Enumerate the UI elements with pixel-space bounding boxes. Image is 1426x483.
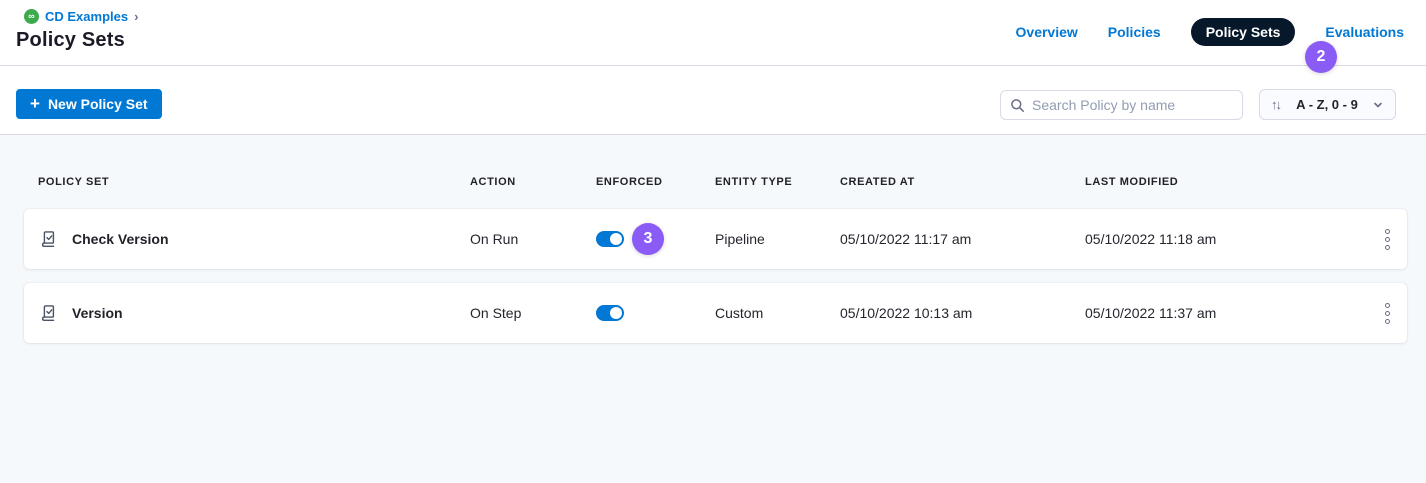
- tab-policies[interactable]: Policies: [1108, 25, 1161, 39]
- policy-set-icon: [38, 303, 59, 324]
- policy-set-name: Version: [72, 305, 123, 321]
- tab-evaluations[interactable]: Evaluations: [1325, 25, 1404, 39]
- col-header-last-modified: LAST MODIFIED: [1085, 176, 1367, 188]
- toolbar: + New Policy Set ↑↓ A - Z, 0 - 9: [0, 66, 1426, 135]
- policy-sets-table: POLICY SET ACTION ENFORCED ENTITY TYPE C…: [0, 135, 1426, 483]
- sort-selected-value: A - Z, 0 - 9: [1288, 97, 1366, 112]
- col-header-action: ACTION: [470, 176, 596, 188]
- search-box: [1000, 90, 1243, 120]
- sort-arrows-icon: ↑↓: [1271, 97, 1280, 112]
- enforced-toggle[interactable]: [596, 231, 624, 247]
- col-header-policy-set: POLICY SET: [38, 176, 470, 188]
- row-menu-kebab-icon[interactable]: [1374, 222, 1400, 256]
- tour-step-badge-3[interactable]: 3: [632, 223, 664, 255]
- col-header-created-at: CREATED AT: [840, 176, 1085, 188]
- enforced-toggle[interactable]: [596, 305, 624, 321]
- nav-tabs: Overview Policies Policy Sets Evaluation…: [1016, 18, 1404, 46]
- tab-overview[interactable]: Overview: [1016, 25, 1078, 39]
- entity-type-cell: Custom: [715, 305, 840, 321]
- search-icon: [1010, 98, 1025, 113]
- action-cell: On Step: [470, 305, 596, 321]
- policy-set-name: Check Version: [72, 231, 169, 247]
- breadcrumb-link-cd-examples[interactable]: CD Examples: [45, 9, 128, 24]
- breadcrumb: ∞ CD Examples ›: [24, 9, 138, 24]
- policy-set-icon: [38, 229, 59, 250]
- new-policy-set-button[interactable]: + New Policy Set: [16, 89, 162, 119]
- new-policy-set-button-label: New Policy Set: [48, 96, 148, 112]
- created-at-cell: 05/10/2022 10:13 am: [840, 305, 1085, 321]
- table-header-row: POLICY SET ACTION ENFORCED ENTITY TYPE C…: [24, 176, 1407, 188]
- tab-policy-sets[interactable]: Policy Sets: [1191, 18, 1296, 46]
- chevron-down-icon: [1372, 99, 1384, 111]
- sort-dropdown[interactable]: ↑↓ A - Z, 0 - 9: [1259, 89, 1396, 120]
- col-header-enforced: ENFORCED: [596, 176, 715, 188]
- table-row[interactable]: Version On Step Custom 05/10/2022 10:13 …: [24, 283, 1407, 343]
- tour-step-badge-2[interactable]: 2: [1305, 41, 1337, 73]
- table-row[interactable]: Check Version On Run 3 Pipeline 05/10/20…: [24, 209, 1407, 269]
- chevron-right-icon: ›: [134, 9, 138, 24]
- row-menu-kebab-icon[interactable]: [1374, 296, 1400, 330]
- last-modified-cell: 05/10/2022 11:18 am: [1085, 231, 1367, 247]
- search-input[interactable]: [1032, 97, 1233, 113]
- page-title: Policy Sets: [16, 29, 125, 52]
- action-cell: On Run: [470, 231, 596, 247]
- cd-module-icon: ∞: [24, 9, 39, 24]
- created-at-cell: 05/10/2022 11:17 am: [840, 231, 1085, 247]
- entity-type-cell: Pipeline: [715, 231, 840, 247]
- col-header-entity-type: ENTITY TYPE: [715, 176, 840, 188]
- page-header: ∞ CD Examples › Policy Sets Overview Pol…: [0, 0, 1426, 66]
- last-modified-cell: 05/10/2022 11:37 am: [1085, 305, 1367, 321]
- plus-icon: +: [30, 95, 40, 112]
